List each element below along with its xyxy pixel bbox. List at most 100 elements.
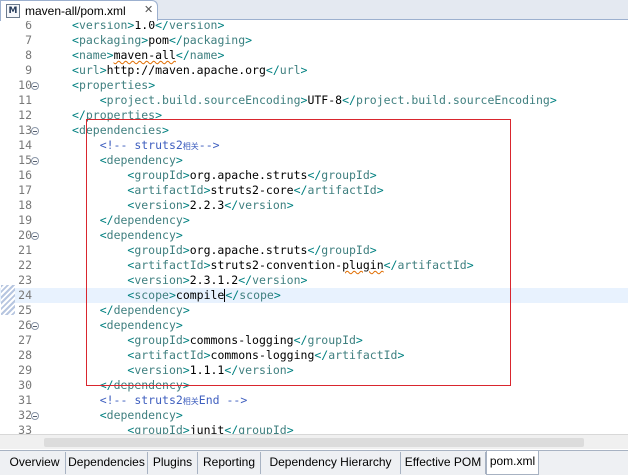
line-number: 13 (18, 123, 32, 137)
code-line[interactable]: 12 </properties> (0, 108, 628, 123)
code-text: </properties> (72, 108, 163, 122)
line-number: 26 (18, 318, 32, 332)
close-icon[interactable]: ✕ (144, 3, 153, 16)
page-tab-overview[interactable]: Overview (4, 452, 66, 474)
editor-tab-pom[interactable]: M maven-all/pom.xml ✕ (0, 0, 158, 21)
code-line[interactable]: 32 <dependency> (0, 408, 628, 423)
code-line[interactable]: 27 <groupId>commons-logging</groupId> (0, 333, 628, 348)
code-text: <dependency> (99, 228, 183, 242)
line-number: 8 (25, 48, 32, 62)
code-line[interactable]: 26 <dependency> (0, 318, 628, 333)
fold-toggle-icon[interactable] (31, 322, 39, 330)
code-text: <name>maven-all</name> (72, 48, 225, 62)
code-text: <!-- struts2相关--> (99, 138, 220, 152)
page-tab-pom-xml[interactable]: pom.xml (486, 451, 539, 475)
code-line[interactable]: 30 </dependency> (0, 378, 628, 393)
code-line[interactable]: 23 <version>2.3.1.2</version> (0, 273, 628, 288)
line-number: 29 (18, 363, 32, 377)
page-tab-dependency-hierarchy[interactable]: Dependency Hierarchy (261, 452, 401, 474)
line-number: 17 (18, 183, 32, 197)
line-number: 28 (18, 348, 32, 362)
line-number: 20 (18, 228, 32, 242)
code-text: <dependency> (99, 408, 183, 422)
code-text: <groupId>commons-logging</groupId> (127, 333, 363, 347)
page-tab-effective-pom[interactable]: Effective POM (401, 452, 486, 474)
fold-toggle-icon[interactable] (31, 82, 39, 90)
line-number: 27 (18, 333, 32, 347)
code-text: <dependencies> (72, 123, 169, 137)
code-text: <groupId>org.apache.struts</groupId> (127, 243, 377, 257)
code-line[interactable]: 7 <packaging>pom</packaging> (0, 33, 628, 48)
code-text: <!-- struts2相关End --> (99, 393, 248, 407)
code-text: <version>1.0</version> (72, 21, 225, 32)
code-text: <dependency> (99, 153, 183, 167)
code-line[interactable]: 18 <version>2.2.3</version> (0, 198, 628, 213)
fold-toggle-icon[interactable] (31, 127, 39, 135)
code-line[interactable]: 29 <version>1.1.1</version> (0, 363, 628, 378)
line-number: 12 (18, 108, 32, 122)
code-text: <scope>compile</scope> (127, 288, 281, 302)
code-line[interactable]: 24 <scope>compile</scope> (0, 288, 628, 303)
line-number: 32 (18, 408, 32, 422)
code-line[interactable]: 6 <version>1.0</version> (0, 21, 628, 33)
code-line[interactable]: 9 <url>http://maven.apache.org</url> (0, 63, 628, 78)
line-number: 16 (18, 168, 32, 182)
code-text: <groupId>org.apache.struts</groupId> (127, 168, 377, 182)
code-text: </dependency> (99, 303, 190, 317)
code-text: <url>http://maven.apache.org</url> (72, 63, 308, 77)
line-number: 19 (18, 213, 32, 227)
horizontal-scrollbar[interactable] (0, 434, 628, 449)
code-text: <artifactId>struts2-convention-plugin</a… (127, 258, 474, 272)
line-number: 7 (25, 33, 32, 47)
code-line[interactable]: 17 <artifactId>struts2-core</artifactId> (0, 183, 628, 198)
fold-toggle-icon[interactable] (31, 232, 39, 240)
line-number: 9 (25, 63, 32, 77)
line-number: 14 (18, 138, 32, 152)
code-line[interactable]: 25 </dependency> (0, 303, 628, 318)
change-marker (1, 285, 15, 315)
code-line[interactable]: 15 <dependency> (0, 153, 628, 168)
code-line[interactable]: 33 <groupId>junit</groupId> (0, 423, 628, 434)
code-text: </dependency> (99, 213, 190, 227)
line-number: 31 (18, 393, 32, 407)
code-text: <dependency> (99, 318, 183, 332)
code-text: <version>2.3.1.2</version> (127, 273, 308, 287)
page-tab-dependencies[interactable]: Dependencies (66, 452, 148, 474)
line-number: 22 (18, 258, 32, 272)
editor-tab-bar: M maven-all/pom.xml ✕ (0, 0, 628, 21)
code-text: <groupId>junit</groupId> (127, 423, 294, 434)
code-line[interactable]: 20 <dependency> (0, 228, 628, 243)
code-text: <properties> (72, 78, 156, 92)
code-text: <version>2.2.3</version> (127, 198, 294, 212)
line-number: 18 (18, 198, 32, 212)
line-number: 10 (18, 78, 32, 92)
code-line[interactable]: 13 <dependencies> (0, 123, 628, 138)
code-line[interactable]: 16 <groupId>org.apache.struts</groupId> (0, 168, 628, 183)
line-number: 21 (18, 243, 32, 257)
code-text: <artifactId>struts2-core</artifactId> (127, 183, 384, 197)
line-number: 15 (18, 153, 32, 167)
code-line[interactable]: 28 <artifactId>commons-logging</artifact… (0, 348, 628, 363)
fold-toggle-icon[interactable] (31, 412, 39, 420)
line-number: 30 (18, 378, 32, 392)
xml-source-editor[interactable]: 6 <version>1.0</version> 7 <packaging>pom</… (0, 21, 628, 434)
scrollbar-thumb[interactable] (44, 438, 584, 447)
pom-editor-page-tabs: Overview Dependencies Plugins Reporting Depe… (0, 450, 628, 475)
line-number: 6 (25, 21, 32, 32)
page-tab-plugins[interactable]: Plugins (148, 452, 198, 474)
code-line[interactable]: 14 <!-- struts2相关--> (0, 138, 628, 153)
code-line[interactable]: 19 </dependency> (0, 213, 628, 228)
code-line[interactable]: 11 <project.build.sourceEncoding>UTF-8</… (0, 93, 628, 108)
code-text: <version>1.1.1</version> (127, 363, 294, 377)
code-text: </dependency> (99, 378, 190, 392)
code-line[interactable]: 8 <name>maven-all</name> (0, 48, 628, 63)
code-line[interactable]: 21 <groupId>org.apache.struts</groupId> (0, 243, 628, 258)
line-number: 33 (18, 423, 32, 434)
code-line[interactable]: 31 <!-- struts2相关End --> (0, 393, 628, 408)
fold-toggle-icon[interactable] (31, 157, 39, 165)
line-number: 11 (18, 93, 32, 107)
code-text: <project.build.sourceEncoding>UTF-8</pro… (99, 93, 557, 107)
page-tab-reporting[interactable]: Reporting (198, 452, 261, 474)
code-line[interactable]: 10 <properties> (0, 78, 628, 93)
code-line[interactable]: 22 <artifactId>struts2-convention-plugin… (0, 258, 628, 273)
